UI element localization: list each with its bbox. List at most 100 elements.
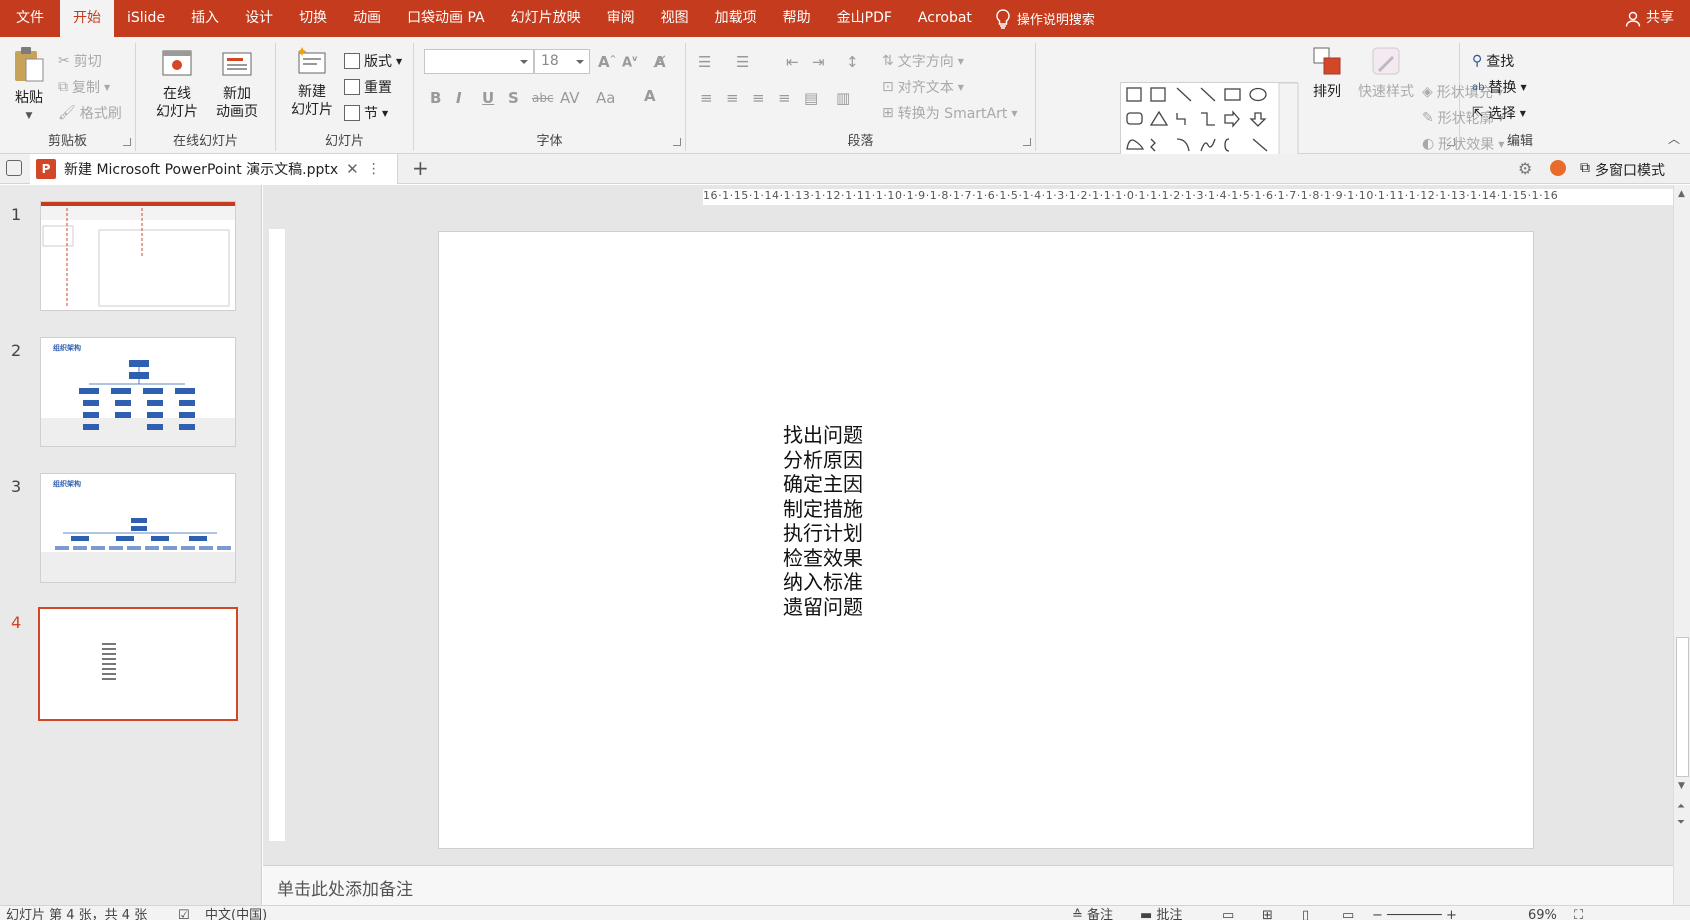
align-center-button[interactable]: ≡ [726, 89, 739, 107]
menu-file[interactable]: 文件 [0, 0, 60, 37]
menu-slideshow[interactable]: 幻灯片放映 [498, 0, 594, 37]
tab-list-icon[interactable] [6, 160, 22, 176]
increase-indent-button[interactable]: ⇥ [812, 53, 825, 71]
align-right-button[interactable]: ≡ [752, 89, 765, 107]
italic-button[interactable]: I [456, 89, 462, 107]
quick-styles-button[interactable]: 快速样式 [1355, 45, 1417, 101]
close-tab-icon[interactable]: ✕ [346, 160, 359, 178]
font-color-button[interactable]: A [644, 87, 656, 105]
horizontal-ruler[interactable]: 16·1·15·1·14·1·13·1·12·1·11·1·10·1·9·1·8… [703, 189, 1690, 205]
arrange-button[interactable]: 排列 [1303, 45, 1351, 101]
reset-button[interactable]: 重置 [344, 77, 392, 97]
slide-sorter-icon[interactable]: ⊞ [1262, 906, 1273, 920]
slide-canvas[interactable]: 找出问题 分析原因 确定主因 制定措施 执行计划 检查效果 纳入标准 遗留问题 [438, 231, 1534, 849]
text-direction-button[interactable]: ⇅ 文字方向 ▼ [882, 51, 964, 71]
section-button[interactable]: 节 ▼ [344, 103, 388, 123]
menu-home[interactable]: 开始 [60, 0, 114, 37]
menu-pocket-animation[interactable]: 口袋动画 PA [394, 0, 498, 37]
numbering-button[interactable]: ☰ [736, 53, 749, 71]
select-button[interactable]: ⇱ 选择 ▼ [1472, 103, 1526, 123]
decrease-indent-button[interactable]: ⇤ [786, 53, 799, 71]
tab-menu-icon[interactable]: ⋮ [367, 161, 381, 177]
slide-textbox[interactable]: 找出问题 分析原因 确定主因 制定措施 执行计划 检查效果 纳入标准 遗留问题 [783, 423, 863, 619]
slide-thumbnail-1[interactable] [40, 201, 236, 311]
find-button[interactable]: ⚲ 查找 [1472, 51, 1514, 71]
wps-logo-icon[interactable] [1550, 160, 1566, 176]
copy-button[interactable]: ⧉ 复制 ▼ [58, 77, 110, 97]
clear-format-button[interactable]: A̸ [654, 53, 666, 71]
thumbnail-row-3[interactable]: 3 组织架构 [0, 473, 262, 585]
underline-button[interactable]: U [482, 89, 494, 107]
share-button[interactable]: 共享 [1625, 0, 1674, 37]
font-name-combo[interactable] [424, 49, 534, 74]
slide-thumbnail-2[interactable]: 组织架构 [40, 337, 236, 447]
settings-icon[interactable]: ⚙ [1518, 159, 1532, 178]
online-slide-button[interactable]: 在线 幻灯片 [148, 47, 206, 121]
scrollbar-thumb[interactable] [1676, 637, 1689, 777]
new-anim-page-button[interactable]: 新加 动画页 [206, 47, 268, 121]
slideshow-view-icon[interactable]: ▭ [1342, 906, 1354, 920]
align-left-button[interactable]: ≡ [700, 89, 713, 107]
language-indicator[interactable]: 中文(中国) [205, 906, 267, 920]
scroll-up-icon[interactable]: ▲ [1678, 189, 1685, 199]
comments-toggle-button[interactable]: ▬ 批注 [1140, 906, 1182, 920]
menu-acrobat[interactable]: Acrobat [905, 0, 985, 37]
zoom-slider[interactable]: − ─────── + [1372, 906, 1457, 920]
shadow-button[interactable]: S [508, 89, 519, 107]
collapse-ribbon-icon[interactable]: ︿ [1668, 130, 1680, 147]
dialog-launcher-icon[interactable] [123, 138, 131, 146]
menu-help[interactable]: 帮助 [770, 0, 824, 37]
vertical-scrollbar[interactable]: ▲ ▼ ⏶ ⏷ [1673, 185, 1690, 905]
spellcheck-icon[interactable]: ☑ [178, 906, 190, 920]
shrink-font-button[interactable]: Av [622, 54, 637, 70]
new-slide-button[interactable]: 新建 幻灯片 [282, 45, 342, 119]
fit-to-window-icon[interactable]: ⛶ [1574, 906, 1583, 920]
bullets-button[interactable]: ☰ [698, 53, 711, 71]
menu-wps-pdf[interactable]: 金山PDF [824, 0, 905, 37]
menu-insert[interactable]: 插入 [178, 0, 232, 37]
thumbnail-row-4[interactable]: 4 [0, 607, 262, 721]
bold-button[interactable]: B [430, 89, 441, 107]
layout-button[interactable]: 版式 ▼ [344, 51, 402, 71]
columns-button[interactable]: ▥ [836, 89, 850, 107]
char-spacing-button[interactable]: AV [560, 89, 580, 107]
thumbnail-row-1[interactable]: 1 [0, 201, 262, 313]
menu-view[interactable]: 视图 [648, 0, 702, 37]
align-text-button[interactable]: ⊡ 对齐文本 ▼ [882, 77, 964, 97]
menu-design[interactable]: 设计 [232, 0, 286, 37]
menu-transitions[interactable]: 切换 [286, 0, 340, 37]
grow-font-button[interactable]: A^ [598, 53, 616, 71]
change-case-button[interactable]: Aa [596, 89, 615, 107]
document-tab[interactable]: P 新建 Microsoft PowerPoint 演示文稿.pptx ✕ ⋮ [30, 154, 398, 184]
menu-addins[interactable]: 加载项 [702, 0, 770, 37]
multiwindow-button[interactable]: ⧉ 多窗口模式 [1580, 160, 1665, 180]
line-spacing-button[interactable]: ↕ [846, 53, 859, 71]
new-tab-icon[interactable]: + [412, 156, 429, 180]
paste-button[interactable]: 粘贴 ▼ [8, 45, 50, 125]
font-size-combo[interactable]: 18 [534, 49, 590, 74]
distributed-button[interactable]: ▤ [804, 89, 818, 107]
menu-review[interactable]: 审阅 [594, 0, 648, 37]
prev-slide-icon[interactable]: ⏶ [1677, 801, 1685, 812]
tell-me-search[interactable]: 操作说明搜索 [995, 8, 1095, 29]
strikethrough-button[interactable]: abc [532, 91, 554, 105]
shapes-gallery[interactable] [1120, 82, 1299, 162]
thumbnail-row-2[interactable]: 2 组织架构 [0, 337, 262, 449]
vertical-ruler[interactable] [269, 229, 285, 841]
menu-islide[interactable]: iSlide [114, 0, 178, 37]
scroll-down-icon[interactable]: ▼ [1678, 781, 1685, 791]
reading-view-icon[interactable]: ▯ [1302, 906, 1309, 920]
slide-thumbnail-4[interactable] [38, 607, 238, 721]
notes-pane[interactable]: 单击此处添加备注 [263, 865, 1673, 905]
cut-button[interactable]: ✂ 剪切 [58, 51, 102, 71]
notes-toggle-button[interactable]: ≙ 备注 [1072, 906, 1113, 920]
justify-button[interactable]: ≡ [778, 89, 791, 107]
next-slide-icon[interactable]: ⏷ [1677, 817, 1685, 828]
dialog-launcher-icon[interactable] [1023, 138, 1031, 146]
menu-animations[interactable]: 动画 [340, 0, 394, 37]
convert-smartart-button[interactable]: ⊞ 转换为 SmartArt ▼ [882, 103, 1018, 123]
zoom-level[interactable]: 69% [1528, 906, 1557, 920]
normal-view-icon[interactable]: ▭ [1222, 906, 1234, 920]
dialog-launcher-icon[interactable] [673, 138, 681, 146]
slide-thumbnail-3[interactable]: 组织架构 [40, 473, 236, 583]
